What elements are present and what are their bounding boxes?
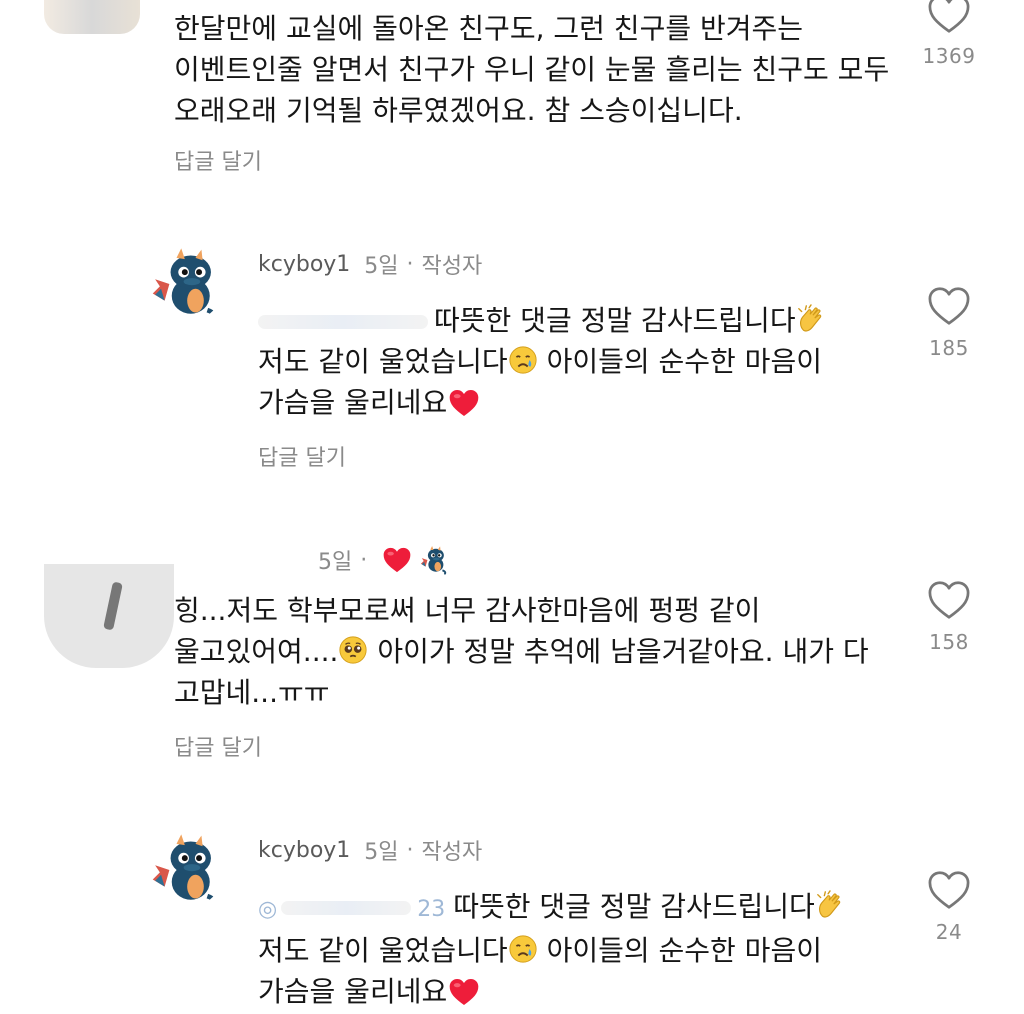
red-heart-icon (447, 388, 481, 418)
clapping-hands-icon (815, 890, 845, 920)
comment-line: 한달만에 교실에 돌아온 친구도, 그런 친구를 반겨주는 (174, 12, 804, 45)
like-count: 24 (935, 920, 963, 944)
like-count: 158 (929, 630, 969, 654)
comment-line: 가슴을 울리네요 (258, 382, 826, 423)
comment-line-text: 아이들의 순수한 마음이 (546, 345, 822, 378)
comment-line-text: 아이들의 순수한 마음이 (546, 934, 822, 967)
like-count: 1369 (922, 44, 976, 68)
comment-line: 고맙네...ㅠㅠ (174, 676, 330, 709)
crying-face-icon (508, 934, 538, 964)
mention-suffix[interactable]: 23 (417, 897, 445, 922)
comment-line: 저도 같이 울었습니다 아이들의 순수한 마음이 (258, 930, 845, 971)
comment-text: 힝...저도 학부모로써 너무 감사한마음에 펑펑 같이 울고있어여.... 아… (174, 590, 869, 713)
username[interactable]: kcyboy1 (258, 252, 350, 277)
comment-line: 저도 같이 울었습니다 아이들의 순수한 마음이 (258, 341, 826, 382)
comment-text: 따뜻한 댓글 정말 감사드립니다 저도 같이 울었습니다 아이들의 순수한 마음… (258, 300, 826, 423)
dot-separator: · (406, 837, 414, 863)
comment-line-text: 저도 같이 울었습니다 (258, 345, 508, 378)
blurred-mention (281, 901, 412, 915)
comment-age: 5일 (318, 550, 353, 575)
creator-liked-heart-icon (381, 546, 413, 574)
creator-avatar-icon (419, 545, 449, 575)
like-count: 185 (929, 336, 969, 360)
dot-separator: · (360, 547, 368, 573)
avatar[interactable] (148, 246, 224, 322)
heart-outline-icon (927, 0, 971, 34)
like-button[interactable]: 1369 (909, 0, 989, 68)
comment-line: ◎ 23 따뜻한 댓글 정말 감사드립니다 (258, 886, 845, 930)
heart-outline-icon (927, 286, 971, 326)
username[interactable]: kcyboy1 (258, 838, 350, 863)
heart-outline-icon (927, 870, 971, 910)
clapping-hands-icon (796, 304, 826, 334)
mention-prefix[interactable]: ◎ (258, 897, 277, 922)
like-button[interactable]: 158 (909, 580, 989, 654)
comment-line: 따뜻한 댓글 정말 감사드립니다 (258, 300, 826, 341)
crying-face-icon (508, 345, 538, 375)
heart-outline-icon (927, 580, 971, 620)
comment-line-text: 가슴을 울리네요 (258, 975, 448, 1008)
blurred-mention (258, 315, 428, 329)
like-button[interactable]: 24 (909, 870, 989, 944)
comment-text: ◎ 23 따뜻한 댓글 정말 감사드립니다 저도 같이 울었습니다 아이들의 순수한… (258, 886, 845, 1012)
comment-meta: kcyboy1 5일 · 작성자 (258, 248, 482, 280)
reply-button[interactable]: 답글 달기 (258, 440, 346, 472)
comment-line-text: 가슴을 울리네요 (258, 386, 448, 419)
dragon-avatar-icon (148, 832, 224, 908)
avatar[interactable] (44, 564, 174, 668)
dot-separator: · (406, 251, 414, 277)
reply-button[interactable]: 답글 달기 (174, 144, 262, 176)
comment-line: 이벤트인줄 알면서 친구가 우니 같이 눈물 흘리는 친구도 모두 (174, 53, 890, 86)
comment-line-text: 저도 같이 울었습니다 (258, 934, 508, 967)
comment-line: 오래오래 기억될 하루였겠어요. 참 스승이십니다. (174, 94, 743, 127)
avatar[interactable] (148, 832, 224, 908)
comment-age: 5일 (364, 840, 399, 865)
author-badge: 작성자 (421, 840, 483, 865)
reply-button[interactable]: 답글 달기 (174, 730, 262, 762)
comment-text: 한달만에 교실에 돌아온 친구도, 그런 친구를 반겨주는 이벤트인줄 알면서 … (174, 8, 889, 131)
comment-meta: kcyboy1 5일 · 작성자 (258, 834, 482, 866)
comment-line: 가슴을 울리네요 (258, 971, 845, 1012)
comment-line: 힝...저도 학부모로써 너무 감사한마음에 펑펑 같이 (174, 594, 761, 627)
like-button[interactable]: 185 (909, 286, 989, 360)
comment-line-text: 따뜻한 댓글 정말 감사드립니다 (453, 890, 815, 923)
comment-meta: 5일 · (318, 544, 449, 576)
red-heart-icon (447, 977, 481, 1007)
comment-line-text: 아이가 정말 추억에 남을거같아요. 내가 다 (377, 635, 869, 668)
author-badge: 작성자 (421, 254, 483, 279)
dragon-avatar-icon (148, 246, 224, 322)
pleading-face-icon (338, 635, 368, 665)
avatar[interactable] (44, 0, 140, 34)
comment-line: 울고있어여.... 아이가 정말 추억에 남을거같아요. 내가 다 (174, 631, 869, 672)
comment-line-text: 울고있어여.... (174, 635, 339, 668)
avatar-shape (103, 581, 123, 631)
comment-line-text: 따뜻한 댓글 정말 감사드립니다 (434, 304, 796, 337)
comment-age: 5일 (364, 254, 399, 279)
